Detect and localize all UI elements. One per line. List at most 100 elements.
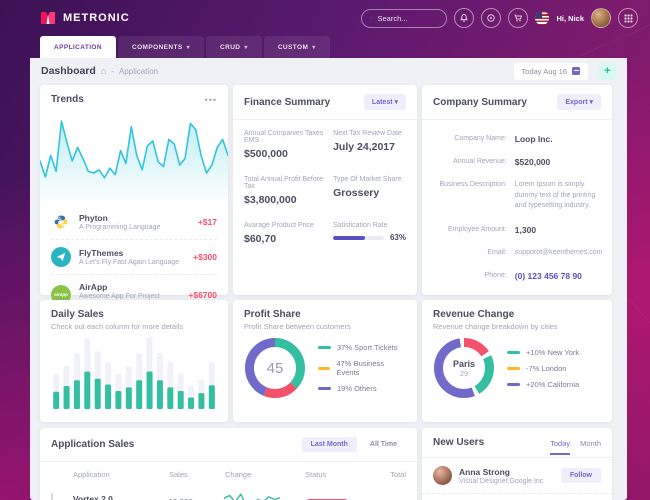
company-label: Company Name:	[432, 134, 507, 144]
field-value: Grossery	[333, 187, 406, 199]
change-sparkline	[224, 488, 280, 500]
company-label: Email:	[432, 248, 507, 259]
legend-label: 37% Sport Tickets	[337, 343, 397, 352]
tab-crud[interactable]: CRUD▾	[206, 36, 262, 58]
col-sales: Sales	[169, 470, 225, 479]
legend-label: +10% New York	[526, 348, 579, 357]
revenue-change-legend: +10% New York -7% London +20% California	[507, 348, 579, 389]
col-total: Total	[377, 470, 406, 479]
chevron-down-icon: ▾	[312, 44, 315, 51]
table-header-row: Application Sales Change Status Total	[40, 462, 417, 483]
profit-share-title: Profit Share	[244, 309, 301, 320]
donut-center-value: 29	[460, 369, 468, 378]
trend-item-value: +$17	[198, 217, 217, 227]
legend-swatch	[318, 387, 331, 390]
logo[interactable]: METRONIC	[40, 10, 130, 26]
search-box[interactable]	[361, 9, 447, 28]
trends-list: Phyton A Programming Language +$17 FlyTh…	[40, 205, 228, 314]
user-avatar[interactable]	[591, 8, 611, 28]
logo-text: METRONIC	[63, 12, 130, 24]
daily-sales-title: Daily Sales	[51, 309, 104, 320]
company-label: Annual Revenue:	[432, 157, 507, 167]
quick-actions-button[interactable]	[481, 8, 501, 28]
latest-filter-button[interactable]: Latest ▾	[364, 94, 406, 110]
col-status: Status	[305, 470, 377, 479]
more-menu-icon[interactable]: •••	[205, 95, 217, 105]
date-picker-button[interactable]: Today Aug 16	[514, 63, 588, 80]
list-item: Milano Esco Product Designer, Apple Inc …	[422, 494, 612, 500]
application-sales-title: Application Sales	[51, 439, 134, 450]
field-label: Type Of Market Share	[333, 176, 406, 183]
field-label: Next Tax Review Date	[333, 130, 406, 137]
daily-sales-bar-chart	[51, 335, 217, 409]
revenue-change-card: Revenue Change Revenue change breakdown …	[422, 300, 612, 422]
list-item[interactable]: Phyton A Programming Language +$17	[51, 205, 217, 239]
trend-item-value: +$6700	[188, 290, 217, 300]
home-icon[interactable]: ⌂	[101, 66, 106, 76]
field-value: $60,70	[244, 233, 333, 245]
filter-last-month[interactable]: Last Month	[302, 437, 357, 452]
satisfaction-progressbar	[333, 236, 384, 240]
company-value: $520,000	[515, 157, 603, 167]
col-application: Application	[73, 470, 169, 479]
field-value: $3,800,000	[244, 194, 333, 206]
field-value: July 24,2017	[333, 141, 406, 153]
company-value: Lorem Ipsum is simply dummy text of the …	[515, 180, 603, 212]
table-row[interactable]: Vortex 2.0 Vortex To By Again 19,200 in …	[40, 483, 417, 500]
tab-month[interactable]: Month	[580, 439, 601, 455]
company-phone[interactable]: (0) 123 456 78 90	[515, 271, 603, 281]
trends-area-chart	[40, 114, 228, 200]
trend-item-name: AirApp	[79, 282, 180, 292]
application-sales-card: Application Sales Last Month All Time Ap…	[40, 428, 417, 500]
tab-components[interactable]: COMPONENTS▾	[118, 36, 204, 58]
avatar	[433, 466, 452, 485]
field-label: Annual Companies Taxes EMS	[244, 130, 333, 144]
company-label: Business Description:	[432, 180, 507, 212]
user-name: Anna Strong	[459, 467, 543, 477]
search-input[interactable]	[377, 14, 437, 23]
add-button[interactable]: +	[599, 63, 616, 80]
list-item[interactable]: FlyThemes A Let's Fly Fast Again Languag…	[51, 239, 217, 274]
legend-label: -7% London	[526, 364, 566, 373]
language-flag-icon[interactable]	[535, 11, 549, 25]
legend-swatch	[507, 383, 520, 386]
trends-title: Trends	[51, 94, 84, 105]
user-greeting: Hi, Nick	[556, 14, 584, 23]
legend-swatch	[318, 367, 330, 370]
trend-item-desc: A Programming Language	[79, 224, 160, 231]
filter-all-time[interactable]: All Time	[361, 437, 406, 452]
trend-item-name: FlyThemes	[79, 248, 179, 258]
chevron-down-icon: ▾	[244, 44, 247, 51]
search-icon	[371, 14, 372, 22]
trend-item-value: +$300	[193, 252, 217, 262]
tab-application[interactable]: APPLICATION	[40, 36, 116, 58]
revenue-change-subtitle: Revenue change breakdown by cities	[433, 322, 558, 331]
row-checkbox[interactable]	[51, 493, 53, 500]
field-label: Avarage Product Price	[244, 222, 333, 229]
daily-sales-subtitle: Check out each column for more details	[51, 322, 183, 331]
breadcrumb-application[interactable]: Application	[119, 67, 158, 76]
export-button[interactable]: Export ▾	[557, 94, 601, 110]
satisfaction-pct: 63%	[390, 233, 406, 242]
tab-custom[interactable]: CUSTOM▾	[264, 36, 330, 58]
legend-swatch	[507, 367, 520, 370]
apps-grid-button[interactable]	[618, 8, 638, 28]
company-summary-card: Company Summary Export ▾ Company Name:Lo…	[422, 85, 612, 295]
profit-share-card: Profit Share Profit Share between custom…	[233, 300, 417, 422]
company-email[interactable]: supporot@keenthemes.com	[515, 248, 603, 259]
python-icon	[51, 212, 71, 232]
cart-button[interactable]	[508, 8, 528, 28]
legend-label: 47% Business Events	[336, 359, 406, 377]
legend-label: +20% California	[526, 380, 579, 389]
follow-button[interactable]: Follow	[561, 468, 601, 483]
company-value: 1,300	[515, 225, 603, 235]
tab-today[interactable]: Today	[550, 439, 570, 455]
field-label: Total Annual Profit Before Tax	[244, 176, 333, 190]
app-name: Vortex 2.0	[73, 494, 168, 500]
notifications-button[interactable]	[454, 8, 474, 28]
new-users-title: New Users	[433, 437, 484, 457]
top-header: METRONIC	[0, 0, 650, 36]
cart-icon	[513, 13, 523, 23]
trend-item-desc: A Let's Fly Fast Again Language	[79, 259, 179, 266]
paper-plane-icon	[51, 247, 71, 267]
